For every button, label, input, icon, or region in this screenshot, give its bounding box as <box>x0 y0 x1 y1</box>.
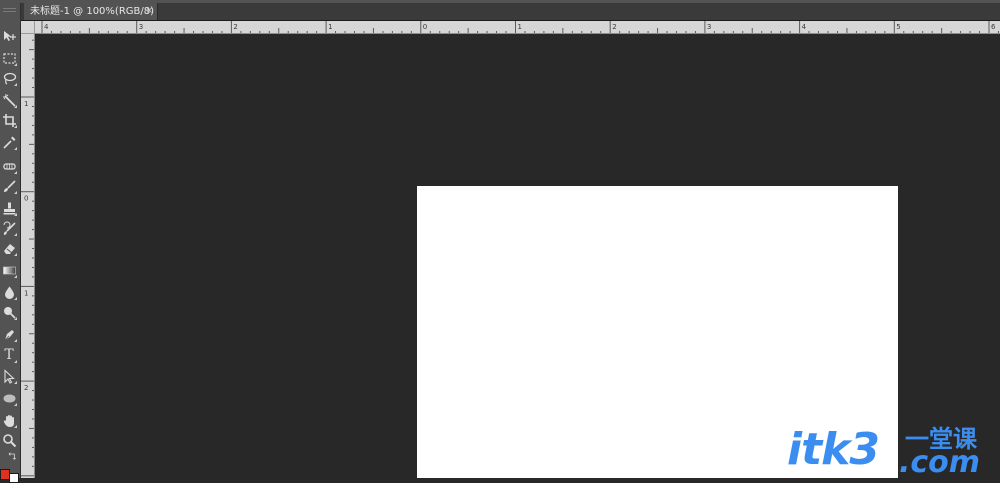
history-brush-tool-icon[interactable] <box>0 219 18 238</box>
type-tool-glyph: T <box>4 347 14 363</box>
watermark-main-text: itk3 <box>787 424 880 475</box>
move-tool-icon[interactable] <box>0 27 18 46</box>
canvas-workspace[interactable] <box>36 34 1000 478</box>
crop-tool-icon[interactable] <box>0 111 18 130</box>
toolbox: T <box>0 3 21 483</box>
clone-stamp-tool-icon[interactable] <box>0 199 18 218</box>
gradient-tool-icon[interactable] <box>0 261 18 280</box>
hand-tool-icon[interactable] <box>0 411 18 430</box>
ruler-label: 0 <box>24 195 28 203</box>
ruler-label: 1 <box>328 23 332 31</box>
lasso-tool-icon[interactable] <box>0 69 18 88</box>
blur-tool-icon[interactable] <box>0 283 18 302</box>
swap-colors-icon[interactable] <box>0 450 18 464</box>
toolbox-grip-icon[interactable] <box>0 6 20 14</box>
zoom-tool-icon[interactable] <box>0 431 18 450</box>
ruler-label: 1 <box>24 289 28 297</box>
ruler-label: 2 <box>24 384 28 392</box>
ruler-label: 4 <box>802 23 807 31</box>
brush-tool-icon[interactable] <box>0 177 18 196</box>
eraser-tool-icon[interactable] <box>0 239 18 258</box>
ruler-label: 2 <box>233 23 237 31</box>
close-icon[interactable]: × <box>145 3 153 20</box>
eyedropper-tool-icon[interactable] <box>0 133 18 152</box>
ruler-label: 6 <box>991 23 996 31</box>
ruler-label: 1 <box>518 23 522 31</box>
spot-healing-tool-icon[interactable] <box>0 157 18 176</box>
document-tab[interactable]: 未标题-1 @ 100%(RGB/8) × <box>24 3 158 20</box>
ruler-label: 5 <box>896 23 900 31</box>
ruler-origin[interactable] <box>21 21 35 34</box>
watermark-domain-text: .com <box>899 445 981 480</box>
background-color-swatch[interactable] <box>9 473 19 483</box>
ruler-label: 2 <box>612 23 616 31</box>
magic-wand-tool-icon[interactable] <box>0 91 18 110</box>
site-watermark-logo: itk3 一堂课 .com <box>787 418 987 478</box>
marquee-tool-icon[interactable] <box>0 49 18 68</box>
type-tool-icon[interactable]: T <box>0 346 18 365</box>
ruler-label: 1 <box>24 100 28 108</box>
pen-tool-icon[interactable] <box>0 325 18 344</box>
path-selection-tool-icon[interactable] <box>0 367 18 386</box>
document-tab-title: 未标题-1 @ 100%(RGB/8) <box>30 6 155 17</box>
document-tab-bar: 未标题-1 @ 100%(RGB/8) × <box>20 3 1000 21</box>
ruler-label: 0 <box>423 23 427 31</box>
ruler-label: 3 <box>139 23 143 31</box>
horizontal-ruler[interactable]: 4 3 2 1 0 1 2 3 4 5 6 <box>35 21 1000 34</box>
dodge-tool-icon[interactable] <box>0 303 18 322</box>
ruler-label: 3 <box>707 23 711 31</box>
vertical-ruler[interactable]: 10123 <box>21 34 35 478</box>
ruler-label: 4 <box>44 23 49 31</box>
ellipse-tool-icon[interactable] <box>0 389 18 408</box>
